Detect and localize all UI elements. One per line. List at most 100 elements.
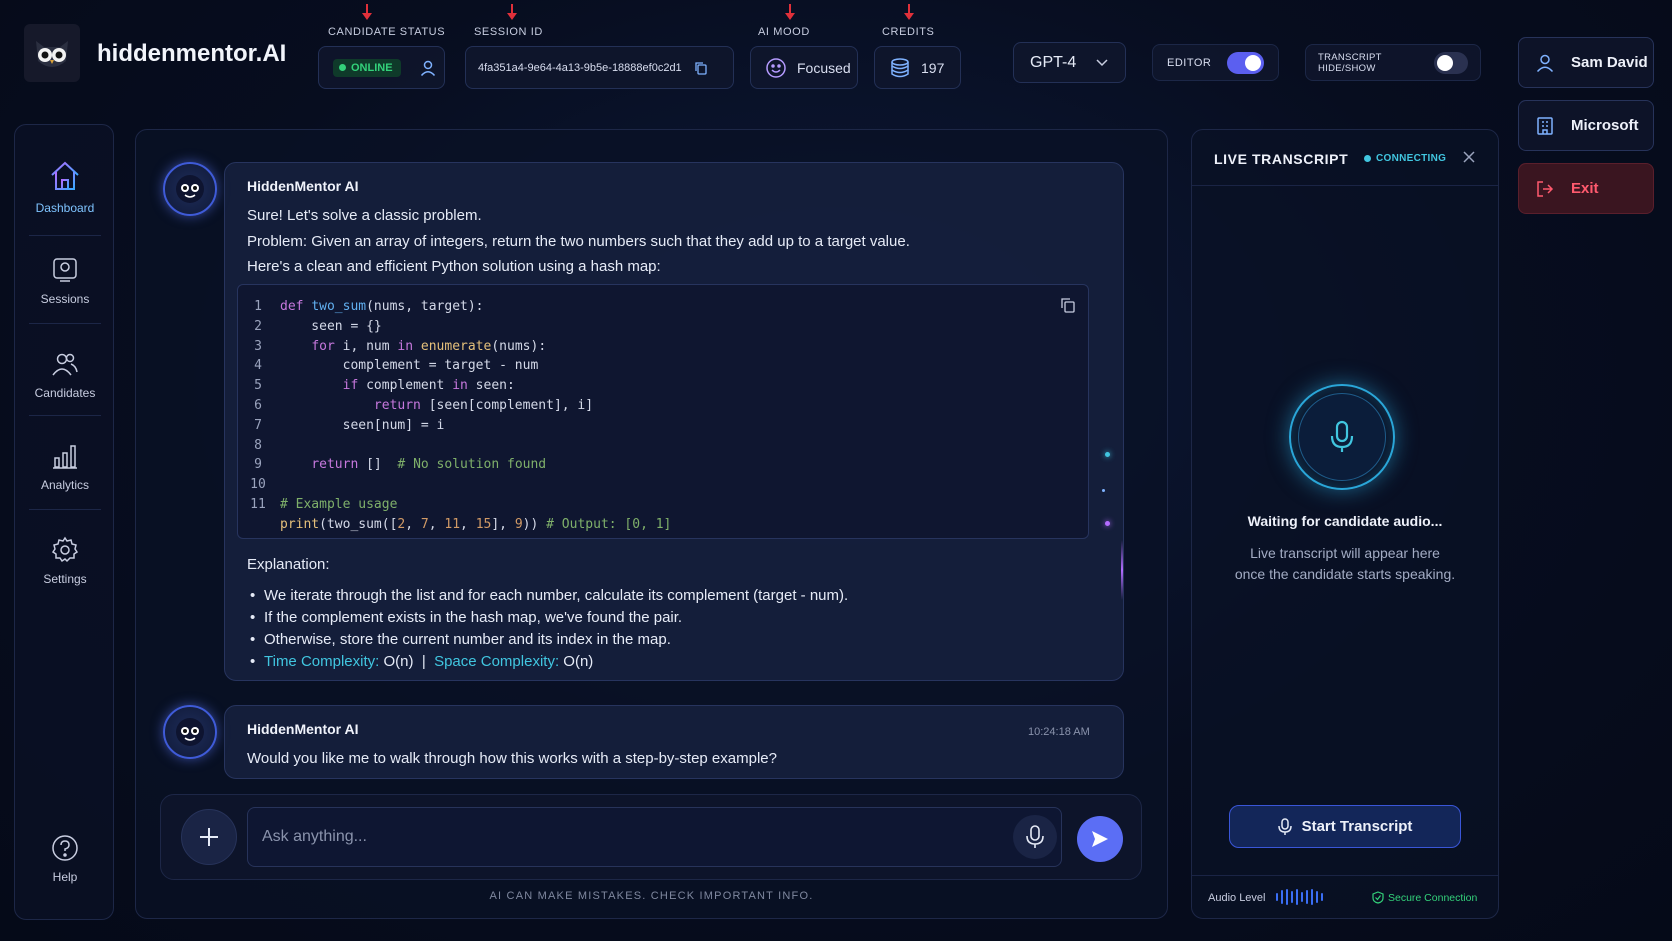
sidebar-item-label: Candidates [34,386,96,400]
status-dot [1364,155,1371,162]
ai-mood-label: AI MOOD [758,26,810,38]
help-label: Help [52,870,78,884]
send-icon [1092,831,1108,847]
editor-toggle[interactable] [1227,51,1264,74]
divider [29,509,101,510]
credits-label: CREDITS [882,26,935,38]
message-text: Would you like me to walk through how th… [247,750,777,767]
editor-label: EDITOR [1167,56,1212,69]
close-icon[interactable] [1462,150,1476,164]
line-number: 8 [254,437,262,453]
exit-label: Exit [1571,180,1599,197]
status-text: CONNECTING [1376,153,1447,164]
code-line: for i, num in enumerate(nums): [311,338,547,354]
sidebar-item-settings[interactable]: Settings [15,517,115,605]
top-header: hiddenmentor.AI CANDIDATE STATUS SESSION… [0,0,1672,104]
sidebar-item-label: Dashboard [35,201,95,215]
user-profile-button[interactable]: Sam David [1518,37,1654,88]
shield-check-icon [1372,891,1384,904]
logout-icon [1537,180,1554,197]
copy-icon[interactable] [694,61,708,75]
help-icon [52,835,78,861]
candidate-status-label: CANDIDATE STATUS [328,26,446,38]
company-button[interactable]: Microsoft [1518,100,1654,151]
message-sender: HiddenMentor AI [247,178,359,194]
toggle-knob [1245,54,1261,71]
copy-code-icon[interactable] [1060,297,1076,313]
audio-bar [1321,893,1323,901]
microphone-icon [1026,825,1044,848]
divider [29,415,101,416]
company-name: Microsoft [1571,117,1639,134]
sidebar-item-sessions[interactable]: Sessions [15,237,115,325]
credits-pill: 197 [874,46,961,89]
user-name: Sam David [1571,54,1648,71]
code-line: print(two_sum([2, 7, 11, 15], 9)) # Outp… [280,516,672,532]
hint-line: once the candidate starts speaking. [1234,566,1456,582]
divider [29,323,101,324]
sidebar-item-label: Sessions [40,292,90,306]
microphone-icon [1277,817,1292,835]
sidebar-item-help[interactable]: Help [15,815,115,903]
transcript-footer: Audio Level Secure Connection [1192,875,1498,919]
start-transcript-button[interactable]: Start Transcript [1229,805,1461,848]
code-line: if complement in seen: [342,378,515,394]
user-icon [1536,54,1554,72]
gear-icon [51,536,79,563]
status-badge: ONLINE [333,58,401,77]
line-number: 10 [250,477,266,493]
sidebar-item-analytics[interactable]: Analytics [15,423,115,511]
brand-name: hiddenmentor.AI [97,40,287,67]
online-dot [339,64,346,71]
transcript-hint: Live transcript will appear here once th… [1192,543,1498,585]
code-line: # Example usage [280,496,398,512]
line-number: 11 [250,496,266,512]
sidebar-item-dashboard[interactable]: Dashboard [15,143,115,231]
audio-bar [1286,889,1288,905]
session-id-value: 4fa351a4-9e64-4a13-9b5e-18888ef0c2d1 [478,61,682,74]
arrow-down-icon [785,4,795,20]
users-icon [52,353,78,376]
exit-button[interactable]: Exit [1518,163,1654,214]
line-number: 5 [254,378,262,394]
send-button[interactable] [1077,816,1123,862]
hint-line: Live transcript will appear here [1250,545,1440,561]
ai-mood-pill: Focused [750,46,858,89]
arrow-down-icon [362,4,372,20]
message-text: Problem: Given an array of integers, ret… [247,233,910,250]
left-sidebar: Dashboard Sessions Candidates Analytics … [14,124,114,920]
model-select[interactable]: GPT-4 [1013,42,1126,83]
divider [29,235,101,236]
code-line: seen = {} [280,318,382,334]
list-item: If the complement exists in the hash map… [248,607,848,629]
waiting-text: Waiting for candidate audio... [1247,513,1443,529]
decorative-glow [1102,489,1105,492]
code-line: complement = target - num [280,358,539,374]
line-number: 6 [254,397,262,413]
plus-icon [200,828,218,846]
voice-input-button[interactable] [1013,815,1057,859]
secure-label: Secure Connection [1388,891,1478,904]
decorative-glow [1121,540,1123,600]
decorative-glow [1105,452,1110,457]
connection-status: CONNECTING [1364,153,1446,164]
building-icon [1537,116,1553,135]
ai-avatar [163,705,217,759]
line-number: 9 [254,457,262,473]
list-item: Otherwise, store the current number and … [248,629,848,651]
complexity-item: Time Complexity: O(n) | Space Complexity… [248,651,848,673]
audio-bar [1291,891,1293,903]
secure-connection: Secure Connection [1372,891,1477,904]
model-select-value: GPT-4 [1030,53,1077,71]
audio-bar [1296,889,1298,905]
arrow-down-icon [507,4,517,20]
line-number: 1 [254,299,262,314]
sidebar-item-candidates[interactable]: Candidates [15,331,115,419]
sidebar-item-label: Analytics [40,478,90,492]
message-timestamp: 10:24:18 AM [1028,726,1090,738]
chat-input[interactable]: Ask anything... [247,807,1062,867]
attach-button[interactable] [181,809,237,865]
transcript-toggle[interactable] [1433,51,1468,74]
